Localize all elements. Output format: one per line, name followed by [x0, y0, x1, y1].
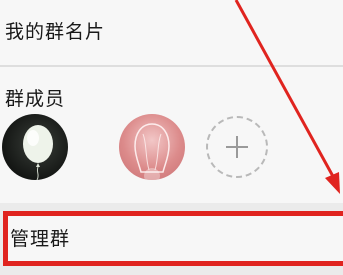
my-group-card-label: 我的群名片 — [5, 21, 106, 43]
group-members-title: 群成员 — [5, 88, 66, 110]
group-members-section: 群成员 — [0, 67, 343, 203]
section-gap — [0, 203, 343, 211]
bottom-strip — [0, 266, 343, 275]
pink-glow-avatar-image — [134, 123, 170, 180]
manage-group-row[interactable]: 管理群 — [3, 211, 343, 266]
plus-icon — [226, 136, 248, 158]
balloon-avatar-image — [23, 125, 53, 180]
add-member-button[interactable] — [206, 116, 268, 178]
member-avatar-balloon[interactable] — [2, 114, 68, 180]
my-group-card-row[interactable]: 我的群名片 — [0, 0, 343, 65]
manage-group-label: 管理群 — [10, 228, 71, 250]
member-avatar-pink[interactable] — [119, 114, 185, 180]
